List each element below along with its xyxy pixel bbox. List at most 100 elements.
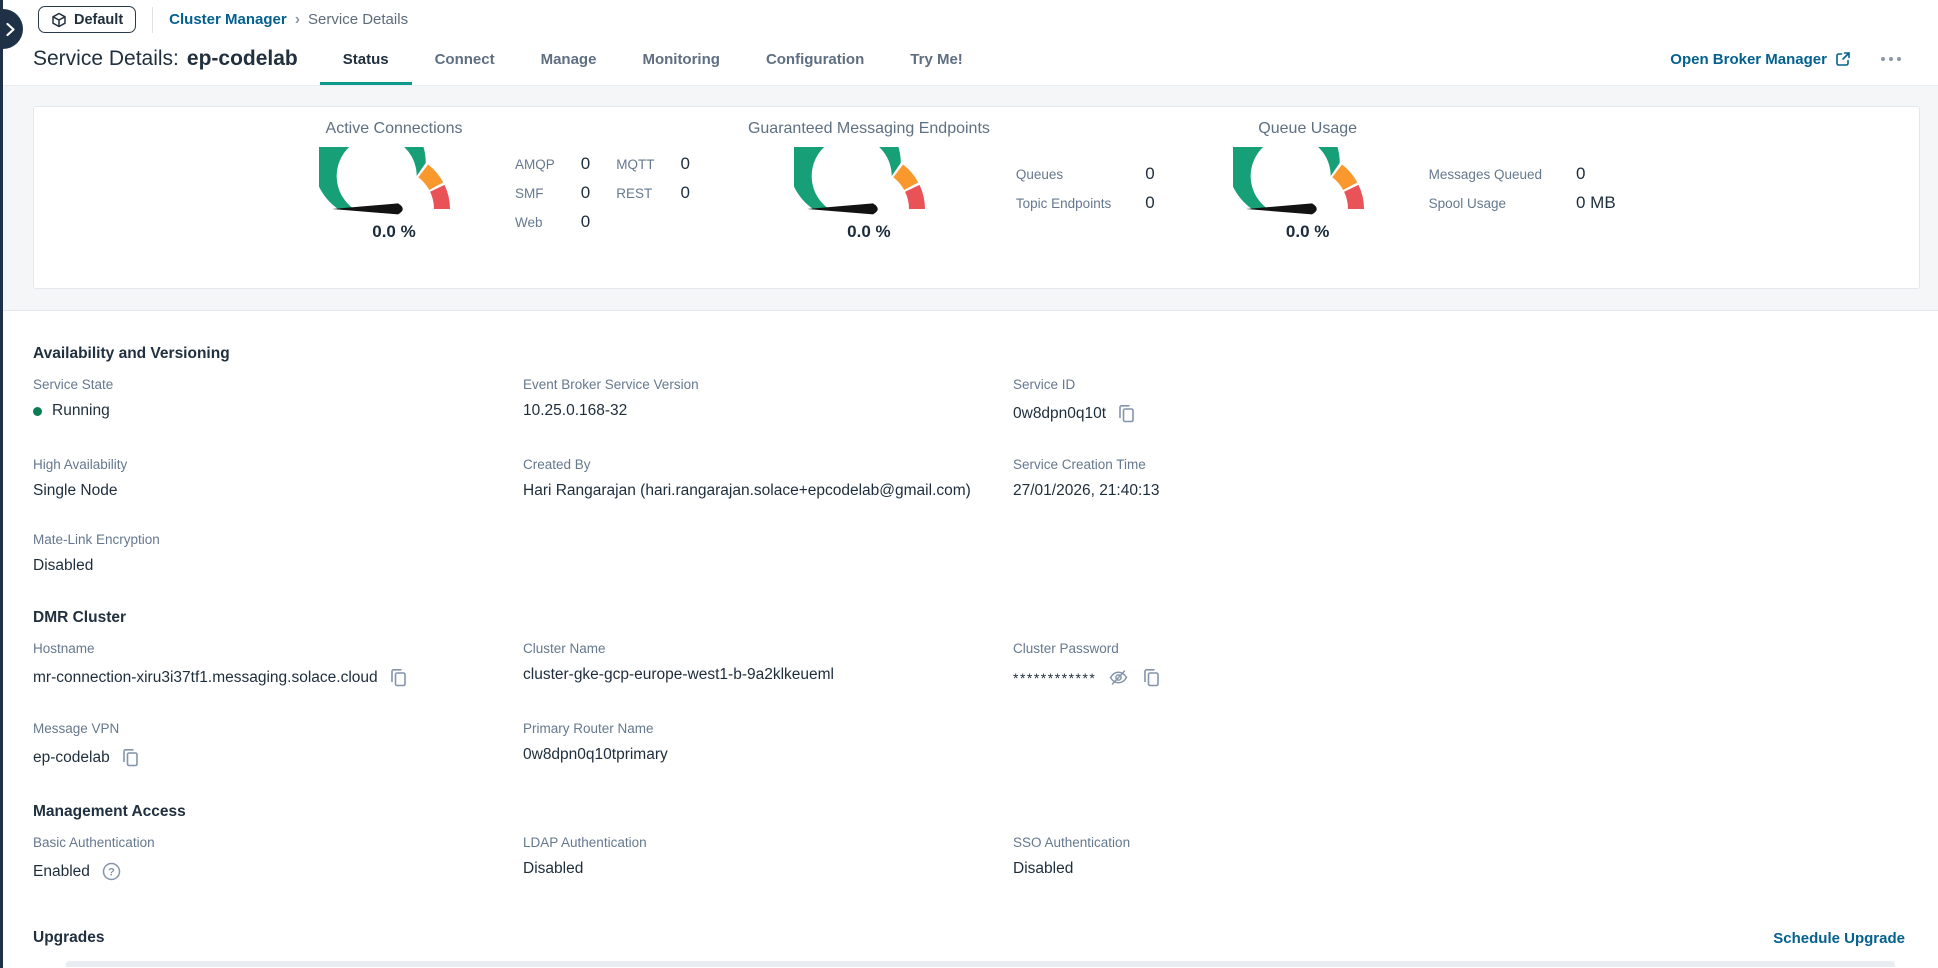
stat-value: 0 [581,212,590,232]
field-cluster-name: Cluster Name cluster-gke-gcp-europe-west… [523,641,1013,689]
tab-status[interactable]: Status [320,33,412,85]
field-value: Disabled [1013,860,1073,878]
metrics-band: Active Connections 0.0 % AMQP 0 MQTT 0 S… [0,85,1938,311]
details-content: Availability and Versioning Service Stat… [0,345,1938,967]
schedule-upgrade-link[interactable]: Schedule Upgrade [1773,930,1905,947]
copy-message-vpn-button[interactable] [120,746,141,769]
breadcrumb-separator: › [295,12,300,28]
page-title: Service Details: ep-codelab [33,33,298,85]
field-value: Hari Rangarajan (hari.rangarajan.solace+… [523,482,971,500]
field-value: Disabled [523,860,583,878]
tab-label: Monitoring [642,51,719,68]
open-broker-manager-link[interactable]: Open Broker Manager [1670,51,1851,68]
field-cluster-password: Cluster Password ************ [1013,641,1503,689]
copy-service-id-button[interactable] [1116,402,1137,425]
copy-password-button[interactable] [1141,666,1162,689]
external-link-icon [1835,51,1851,67]
eye-off-icon [1108,668,1129,687]
tab-label: Status [343,51,389,68]
reveal-password-button[interactable] [1106,666,1131,689]
field-value: 27/01/2026, 21:40:13 [1013,482,1160,500]
stat-label: SMF [515,186,555,201]
field-hostname: Hostname mr-connection-xiru3i37tf1.messa… [33,641,523,689]
cube-icon [51,12,67,28]
gauge-block: Guaranteed Messaging Endpoints 0.0 % [748,120,990,242]
stat-value: 0 [680,154,689,174]
section-title-upgrades: Upgrades [33,929,105,947]
field-value: Running [52,402,110,420]
gauge-percent: 0.0 % [372,222,415,242]
divider [152,7,153,33]
tab-monitoring[interactable]: Monitoring [619,33,742,85]
gauge-title: Active Connections [326,120,463,138]
copy-icon [1143,668,1160,687]
tab-manage[interactable]: Manage [518,33,620,85]
field-broker-version: Event Broker Service Version 10.25.0.168… [523,377,1013,425]
field-basic-authentication: Basic Authentication Enabled ? [33,835,523,883]
copy-hostname-button[interactable] [388,666,409,689]
open-broker-manager-label: Open Broker Manager [1670,51,1827,68]
field-value: Enabled [33,863,90,881]
breadcrumb-current: Service Details [308,11,408,28]
field-label: Service State [33,377,523,392]
copy-icon [122,748,139,767]
workspace-badge[interactable]: Default [38,6,136,33]
copy-icon [390,668,407,687]
chevron-right-icon [5,22,16,37]
tab-label: Configuration [766,51,864,68]
stat-label: Topic Endpoints [1016,196,1111,211]
more-menu-button[interactable] [1879,51,1903,67]
masked-password: ************ [1013,670,1096,686]
stat-value: 0 [581,183,590,203]
field-service-state: Service State Running [33,377,523,425]
gauge-active-connections: Active Connections 0.0 % AMQP 0 MQTT 0 S… [299,120,690,242]
stat-value: 0 MB [1576,193,1616,213]
tab-try-me[interactable]: Try Me! [887,33,986,85]
section-title-dmr-cluster: DMR Cluster [33,609,1905,627]
header-actions: Open Broker Manager [1670,33,1938,85]
service-name: ep-codelab [187,47,298,71]
breadcrumb: Cluster Manager › Service Details [169,11,408,28]
field-value: 0w8dpn0q10t [1013,405,1106,423]
availability-grid: Service State Running Event Broker Servi… [33,377,1905,575]
stat-value: 0 [680,183,689,203]
gauge-title: Guaranteed Messaging Endpoints [748,120,990,138]
stat-label: Web [515,215,555,230]
field-label: Event Broker Service Version [523,377,1013,392]
stat-value: 0 [1145,193,1154,213]
title-row: Service Details: ep-codelab Status Conne… [0,33,1938,85]
gauge-stats: Messages Queued 0 Spool Usage 0 MB [1429,164,1616,213]
field-label: Cluster Password [1013,641,1503,656]
field-label: Cluster Name [523,641,1013,656]
basic-auth-help-button[interactable]: ? [100,860,123,883]
tab-label: Connect [435,51,495,68]
metrics-card: Active Connections 0.0 % AMQP 0 MQTT 0 S… [33,106,1920,289]
breadcrumb-cluster-manager[interactable]: Cluster Manager [169,11,287,28]
field-created-by: Created By Hari Rangarajan (hari.rangara… [523,457,1013,500]
stat-label: Messages Queued [1429,167,1542,182]
field-value: Single Node [33,482,117,500]
field-value: 10.25.0.168-32 [523,402,627,420]
stat-value: 0 [1145,164,1154,184]
stat-label: Queues [1016,167,1111,182]
stat-label: Spool Usage [1429,196,1542,211]
stat-value: 0 [581,154,590,174]
field-label: Created By [523,457,1013,472]
workspace-badge-label: Default [74,12,123,28]
page-title-prefix: Service Details: [33,47,179,71]
tab-configuration[interactable]: Configuration [743,33,887,85]
field-label: Message VPN [33,721,523,736]
field-service-id: Service ID 0w8dpn0q10t [1013,377,1503,425]
field-label: SSO Authentication [1013,835,1503,850]
tab-connect[interactable]: Connect [412,33,518,85]
dmr-grid: Hostname mr-connection-xiru3i37tf1.messa… [33,641,1905,769]
stat-value: 0 [1576,164,1616,184]
field-value: mr-connection-xiru3i37tf1.messaging.sola… [33,669,378,687]
gauge-queue-usage: Queue Usage 0.0 % Messages Queued 0 Spoo… [1213,120,1616,242]
field-message-vpn: Message VPN ep-codelab [33,721,523,769]
gauge-guaranteed-messaging-endpoints: Guaranteed Messaging Endpoints 0.0 % Que… [748,120,1155,242]
gauge-percent: 0.0 % [847,222,890,242]
field-primary-router-name: Primary Router Name 0w8dpn0q10tprimary [523,721,1013,769]
field-high-availability: High Availability Single Node [33,457,523,500]
gauge-chart [319,147,469,217]
